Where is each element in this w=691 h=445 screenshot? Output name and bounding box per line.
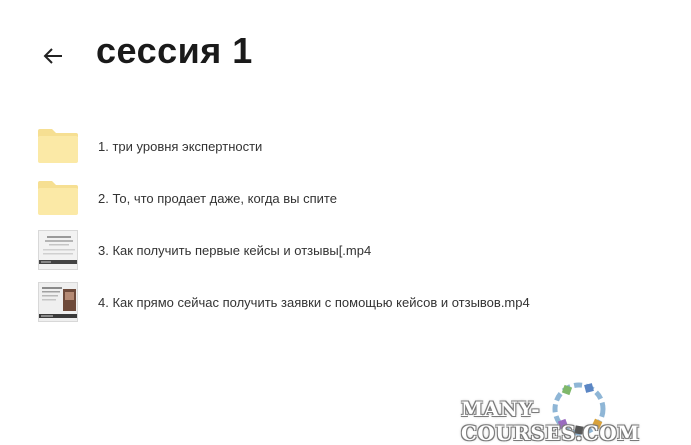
video-thumbnail [38, 230, 78, 270]
page-title: сессия 1 [96, 30, 253, 71]
folder-icon [38, 126, 78, 166]
video-thumbnail [38, 282, 78, 322]
list-item[interactable]: 4. Как прямо сейчас получить заявки с по… [38, 276, 678, 328]
arrow-left-icon [43, 48, 62, 64]
item-label: 4. Как прямо сейчас получить заявки с по… [98, 294, 530, 310]
list-item[interactable]: 3. Как получить первые кейсы и отзывы[.m… [38, 224, 678, 276]
video-thumbnail-image [38, 230, 78, 270]
back-button[interactable] [40, 44, 66, 68]
item-label: 1. три уровня экспертности [98, 138, 263, 154]
watermark: MANY-COURSES.COM [461, 380, 681, 445]
item-label: 3. Как получить первые кейсы и отзывы[.m… [98, 242, 372, 258]
watermark-text: MANY-COURSES.COM [461, 397, 640, 445]
list-item[interactable]: 2. То, что продает даже, когда вы спите [38, 172, 678, 224]
item-label: 2. То, что продает даже, когда вы спите [98, 190, 337, 206]
list-item[interactable]: 1. три уровня экспертности [38, 120, 678, 172]
header: сессия 1 [0, 0, 691, 100]
folder-icon [38, 178, 78, 218]
file-list: 1. три уровня экспертности 2. То, что пр… [38, 120, 678, 328]
video-thumbnail-image [38, 282, 78, 322]
